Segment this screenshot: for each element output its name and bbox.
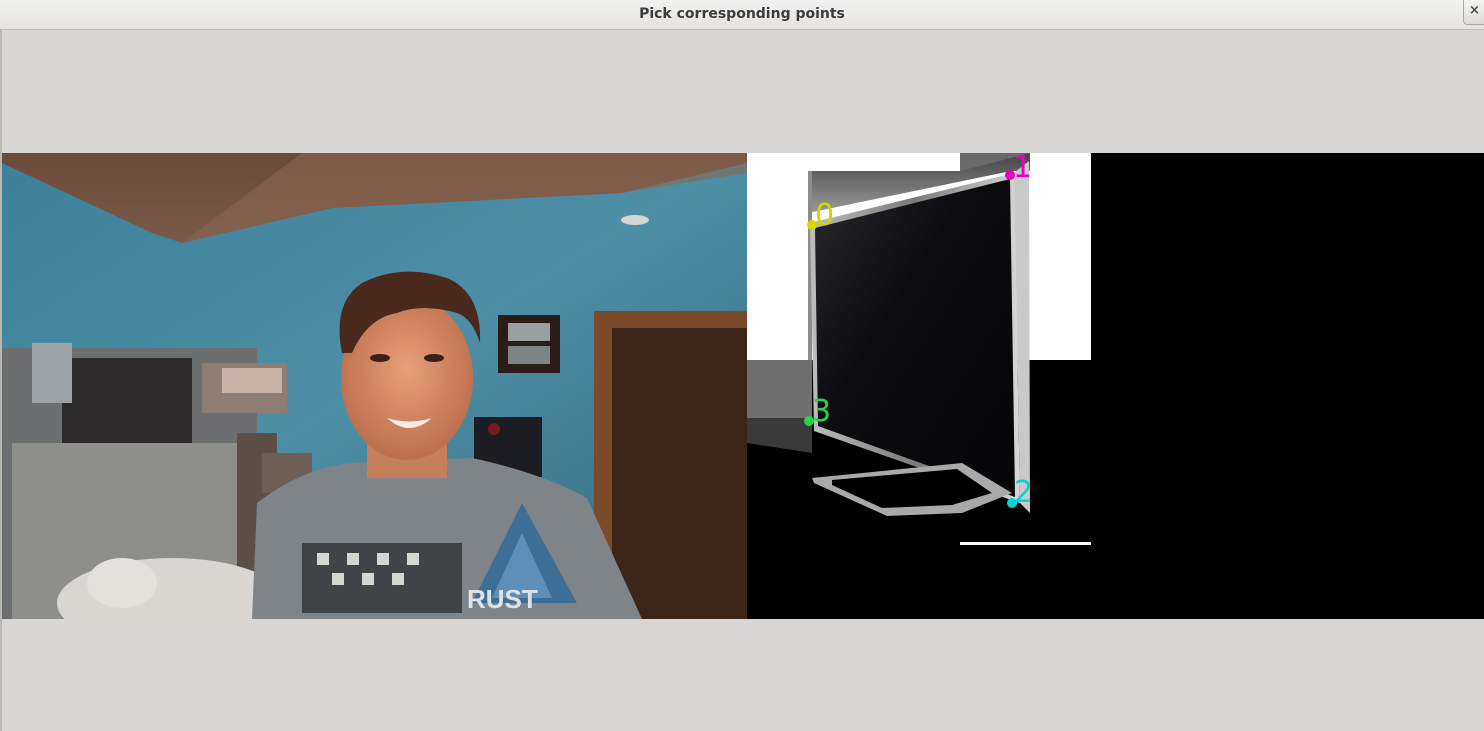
close-button[interactable]: × — [1463, 0, 1484, 25]
svg-text:RUST: RUST — [467, 584, 538, 614]
reference-image — [747, 153, 1091, 545]
point-label-1: 1 — [1013, 153, 1032, 185]
window-title: Pick corresponding points — [639, 6, 845, 22]
image-display[interactable]: RUST 0 1 2 3 — [2, 153, 1484, 619]
point-label-3: 3 — [812, 394, 831, 429]
point-label-0: 0 — [815, 198, 834, 233]
webcam-photo: RUST — [2, 153, 747, 619]
close-icon: × — [1469, 3, 1480, 18]
image-canvas[interactable]: RUST 0 1 2 3 — [2, 153, 1484, 619]
title-bar[interactable]: Pick corresponding points × — [0, 0, 1484, 30]
point-label-2: 2 — [1014, 475, 1033, 510]
app-window: Pick corresponding points × RUST 0 1 2 3 — [0, 0, 1484, 731]
